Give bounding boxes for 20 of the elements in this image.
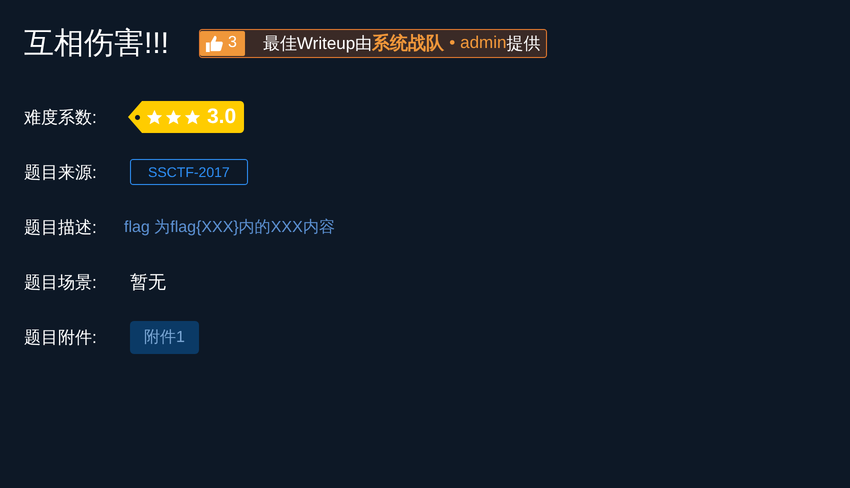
star-icon: [184, 108, 201, 126]
writeup-text: 提供: [506, 32, 540, 54]
description-text: flag 为flag{XXX}内的XXX内容: [124, 218, 335, 238]
field-label: 难度系数:: [24, 106, 98, 128]
author-link[interactable]: admin: [460, 33, 506, 53]
writeup-text: 最佳Writeup由: [262, 32, 372, 54]
star-icon: [165, 108, 182, 126]
thumbs-up-icon: [205, 34, 224, 52]
separator-dot: •: [449, 33, 456, 53]
field-label: 题目场景:: [24, 272, 98, 294]
team-link[interactable]: 系统战队: [372, 31, 444, 55]
star-icon: [146, 108, 163, 126]
source-tag: SSCTF-2017: [130, 159, 248, 185]
attachment-button[interactable]: 附件1: [130, 321, 199, 354]
page-title: 互相伤害!!!: [24, 26, 170, 62]
tag-hole-icon: [135, 114, 140, 120]
field-value: 暂无: [130, 271, 166, 294]
rating-score: 3.0: [206, 104, 238, 130]
field-label: 题目附件:: [24, 327, 98, 349]
field-label: 题目来源:: [24, 162, 98, 184]
